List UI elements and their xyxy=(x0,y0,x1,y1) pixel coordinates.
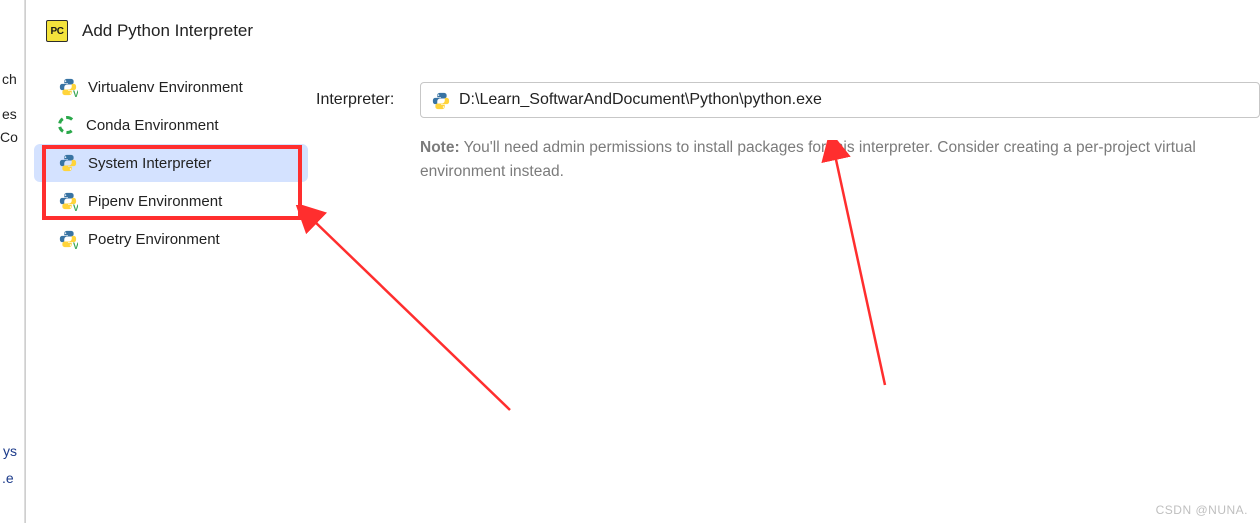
note-text: You'll need admin permissions to install… xyxy=(420,139,1196,180)
svg-text:V: V xyxy=(73,241,78,249)
conda-icon xyxy=(58,116,76,134)
obscured-link-text: ys xyxy=(3,443,17,459)
background-page-fragment: ch es Co ys .e xyxy=(0,0,25,523)
sidebar-item-label: Poetry Environment xyxy=(88,231,220,248)
add-interpreter-dialog: PC Add Python Interpreter V Virtualenv E… xyxy=(25,0,1260,523)
interpreter-path-field[interactable] xyxy=(420,82,1260,118)
obscured-link-text: .e xyxy=(2,470,14,486)
pycharm-icon: PC xyxy=(46,20,68,42)
interpreter-note: Note: You'll need admin permissions to i… xyxy=(420,136,1260,184)
interpreter-field-label: Interpreter: xyxy=(316,91,406,109)
svg-text:V: V xyxy=(73,203,78,211)
obscured-text: es xyxy=(2,106,17,122)
sidebar-item-label: Pipenv Environment xyxy=(88,193,222,210)
sidebar-item-pipenv[interactable]: V Pipenv Environment xyxy=(34,182,308,220)
sidebar-item-label: Conda Environment xyxy=(86,117,219,134)
interpreter-path-input[interactable] xyxy=(459,91,1249,109)
svg-text:V: V xyxy=(73,89,78,97)
python-v-icon: V xyxy=(58,191,78,211)
dialog-titlebar: PC Add Python Interpreter xyxy=(26,0,1260,60)
dialog-title: Add Python Interpreter xyxy=(82,21,253,41)
python-icon xyxy=(431,91,449,109)
python-icon xyxy=(58,153,78,173)
sidebar-item-virtualenv[interactable]: V Virtualenv Environment xyxy=(34,68,308,106)
sidebar-item-system[interactable]: System Interpreter xyxy=(34,144,308,182)
note-prefix: Note: xyxy=(420,139,460,156)
sidebar-item-label: Virtualenv Environment xyxy=(88,79,243,96)
interpreter-type-sidebar: V Virtualenv Environment Conda Environme… xyxy=(26,60,316,258)
sidebar-item-conda[interactable]: Conda Environment xyxy=(34,106,308,144)
python-v-icon: V xyxy=(58,77,78,97)
python-v-icon: V xyxy=(58,229,78,249)
obscured-text: Co xyxy=(0,129,18,145)
sidebar-item-poetry[interactable]: V Poetry Environment xyxy=(34,220,308,258)
sidebar-item-label: System Interpreter xyxy=(88,155,211,172)
watermark: CSDN @NUNA. xyxy=(1156,503,1248,517)
interpreter-form: Interpreter: Note: You'll need admin per… xyxy=(316,60,1260,184)
obscured-text: ch xyxy=(2,71,17,87)
